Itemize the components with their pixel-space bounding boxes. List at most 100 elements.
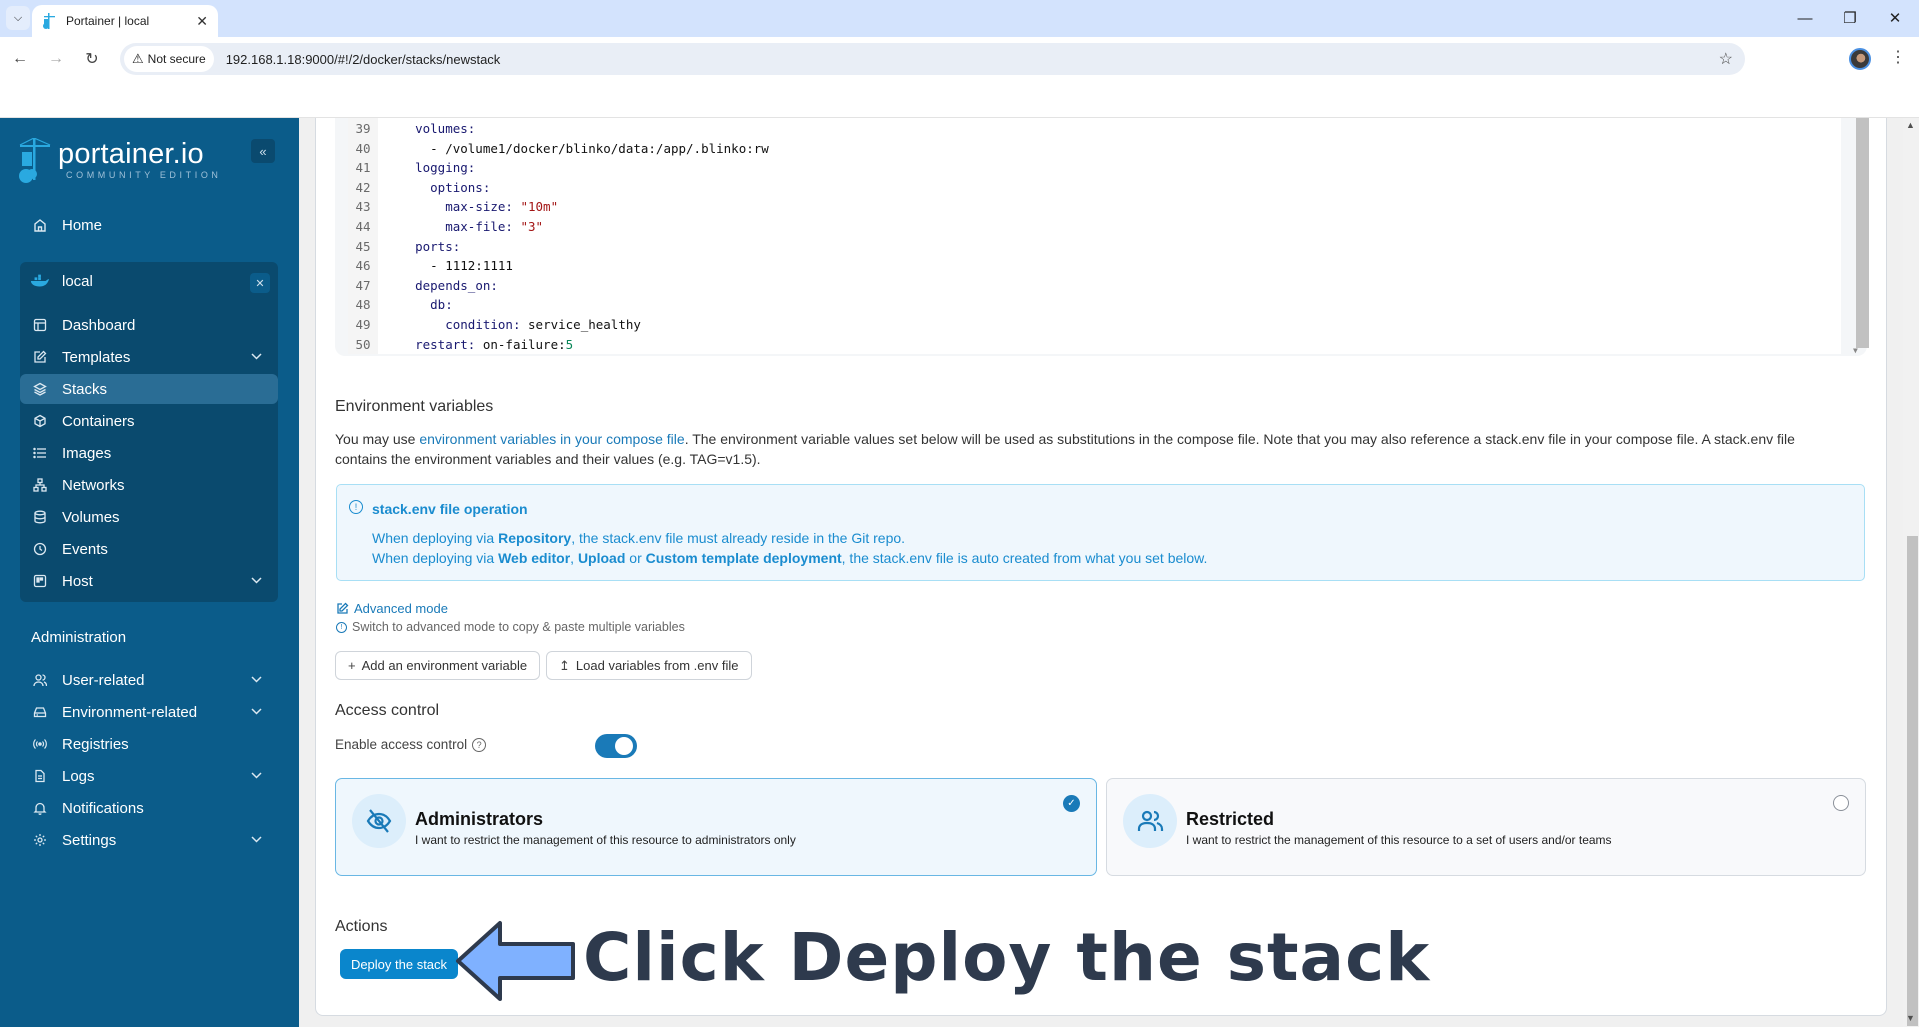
sidebar-item-label: Home [62,216,103,234]
access-option-administrators[interactable]: Administrators I want to restrict the ma… [335,778,1097,876]
help-icon[interactable]: ? [472,737,487,752]
code-text: - 1112:1111 [385,258,513,278]
restore-icon[interactable]: ❐ [1830,6,1870,30]
box-icon [30,414,50,428]
code-line[interactable]: 44 max-file: "3" [348,219,543,239]
minimize-icon[interactable]: — [1785,6,1825,30]
portainer-favicon-icon [43,13,55,29]
add-env-var-button[interactable]: + Add an environment variable [335,651,541,680]
portainer-logo[interactable]: portainer.io COMMUNITY EDITION [18,138,222,184]
sidebar-item-label: Templates [62,348,131,366]
sidebar-item-label: Notifications [62,799,144,817]
code-token: condition: [445,317,529,332]
reload-icon[interactable]: ↻ [80,47,104,71]
code-line[interactable]: 46 - 1112:1111 [348,258,513,278]
code-line[interactable]: 40 - /volume1/docker/blinko/data:/app/.b… [348,140,768,161]
advanced-mode-link[interactable]: Advanced mode [336,601,448,616]
security-chip[interactable]: ⚠ Not secure [124,46,214,72]
omnibox[interactable]: ⚠ Not secure 192.168.1.18:9000/#!/2/dock… [120,43,1745,75]
access-option-restricted[interactable]: Restricted I want to restrict the manage… [1106,778,1866,876]
sidebar-item-containers[interactable]: Containers [20,406,278,436]
enable-access-control-text: Enable access control [335,737,468,752]
sidebar-item-events[interactable]: Events [20,534,278,564]
sidebar-item-host[interactable]: Host [20,566,278,596]
description-text: You may use [335,431,420,447]
chevron-down-icon[interactable] [251,351,262,363]
scroll-up-icon[interactable]: ▲ [1906,120,1915,130]
info-text: , the stack.env file must already reside… [571,530,906,546]
editor-scroll-down-icon[interactable]: ▼ [1853,346,1858,355]
url-text[interactable]: 192.168.1.18:9000/#!/2/docker/stacks/new… [226,52,501,67]
clock-icon [30,542,50,556]
info-text: , the stack.env file is auto created fro… [841,550,1208,566]
code-line[interactable]: 47 depends_on: [348,278,497,298]
environment-header[interactable]: local [20,266,278,296]
code-line[interactable]: 43 max-size: "10m" [348,199,558,219]
code-line[interactable]: 50 restart: on-failure:5 [348,337,573,357]
page-scrollbar[interactable]: ▲ ▼ [1903,118,1919,1027]
code-line[interactable]: 49 condition: service_healthy [348,317,641,337]
sidebar-item-dashboard[interactable]: Dashboard [20,310,278,340]
unselected-radio[interactable] [1833,795,1849,811]
sidebar: portainer.io COMMUNITY EDITION « Home lo… [0,118,299,1027]
code-line[interactable]: 42 options: [348,180,490,200]
forward-icon[interactable]: → [44,47,68,71]
code-line[interactable]: 39 volumes: [348,121,475,141]
line-number: 42 [355,179,371,195]
chevron-down-icon[interactable] [251,575,262,587]
sidebar-item-label: Host [62,572,93,590]
sidebar-item-label: Dashboard [62,316,136,334]
database-icon [30,510,50,524]
chevron-down-icon[interactable] [251,770,262,782]
access-control-toggle[interactable] [595,734,637,758]
code-line[interactable]: 48 db: [348,297,452,317]
chevron-down-icon[interactable] [251,834,262,846]
sidebar-item-label: Networks [62,476,125,494]
tab-close-icon[interactable]: ✕ [196,13,208,30]
tab-search-button[interactable]: ⌵ [6,6,30,30]
advanced-mode-label: Advanced mode [354,601,448,616]
browser-menu-icon[interactable]: ⋮ [1890,47,1906,67]
collapse-sidebar-button[interactable]: « [251,139,275,163]
code-line[interactable]: 45 ports: [348,239,460,259]
env-vars-docs-link[interactable]: environment variables in your compose fi… [419,431,684,447]
sidebar-item-registries[interactable]: Registries [20,729,278,759]
page-scrollbar-thumb[interactable] [1907,536,1918,1026]
line-number: 40 [355,140,371,156]
compose-editor[interactable]: 39 volumes: 40 - /volume1/docker/blinko/d… [348,118,1869,357]
advanced-mode-hint: ! Switch to advanced mode to copy & past… [336,620,685,634]
browser-tab[interactable]: Portainer | local ✕ [32,5,218,37]
code-line[interactable]: 41 logging: [348,160,475,180]
option-description: I want to restrict the management of thi… [415,833,796,847]
sidebar-item-user-related[interactable]: User-related [20,665,278,695]
sidebar-item-volumes[interactable]: Volumes [20,502,278,532]
sidebar-item-logs[interactable]: Logs [20,761,278,791]
profile-avatar[interactable] [1849,48,1871,70]
window-close-icon[interactable]: ✕ [1875,6,1915,30]
chevron-down-icon[interactable] [251,706,262,718]
code-token: 5 [565,336,574,352]
load-env-file-button[interactable]: ↥ Load variables from .env file [546,651,752,680]
sidebar-item-images[interactable]: Images [20,438,278,468]
chevron-down-icon[interactable] [251,674,262,686]
close-environment-icon[interactable]: ✕ [250,273,270,293]
editor-scrollbar[interactable] [1856,118,1869,348]
sidebar-item-settings[interactable]: Settings [20,825,278,855]
bookmark-star-icon[interactable]: ☆ [1719,49,1733,69]
sidebar-item-stacks[interactable]: Stacks [20,374,278,404]
sidebar-item-notifications[interactable]: Notifications [20,793,278,823]
line-number: 41 [355,160,371,176]
sidebar-item-templates[interactable]: Templates [20,342,278,372]
sidebar-item-label: Registries [62,735,129,753]
deploy-stack-button[interactable]: Deploy the stack [340,949,458,979]
sidebar-item-home[interactable]: Home [20,210,278,240]
sidebar-item-networks[interactable]: Networks [20,470,278,500]
eye-off-icon [352,794,406,848]
sidebar-item-environment-related[interactable]: Environment-related [20,697,278,727]
code-token: service_healthy [528,317,641,332]
back-icon[interactable]: ← [8,47,32,71]
info-line-repository: When deploying via Repository, the stack… [372,530,905,546]
scroll-down-icon[interactable]: ▼ [1906,1013,1915,1023]
